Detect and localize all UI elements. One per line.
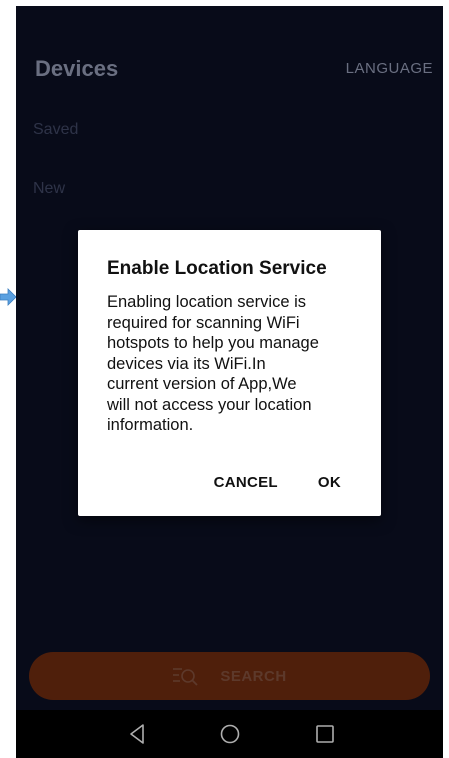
dialog-title: Enable Location Service (107, 258, 327, 279)
arrow-right-icon (0, 288, 16, 306)
dialog-message: Enabling location service is required fo… (107, 293, 319, 434)
dialog-actions: CANCEL OK (214, 474, 341, 491)
ok-button[interactable]: OK (318, 474, 341, 491)
phone-screen: Devices LANGUAGE Saved New SEARCH Enable… (16, 6, 443, 758)
location-permission-dialog: Enable Location Service Enabling locatio… (78, 230, 381, 516)
cancel-button[interactable]: CANCEL (214, 474, 278, 491)
